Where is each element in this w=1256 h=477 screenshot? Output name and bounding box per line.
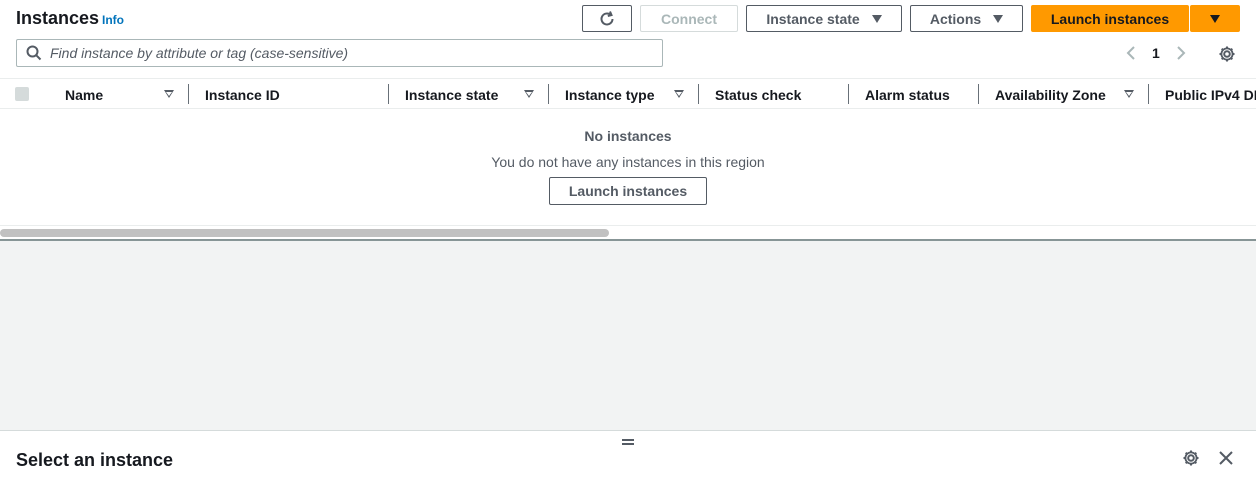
column-instance-type[interactable]: Instance type [565, 79, 654, 110]
gear-icon [1183, 450, 1199, 466]
refresh-button[interactable] [582, 5, 632, 32]
column-divider[interactable] [1148, 84, 1149, 104]
sort-instance-type-icon[interactable] [674, 79, 684, 110]
horizontal-scrollbar[interactable] [0, 229, 609, 237]
chevron-left-icon[interactable] [1124, 45, 1138, 61]
actions-button[interactable]: Actions [910, 5, 1023, 32]
empty-state-title: No instances [584, 128, 672, 144]
column-divider[interactable] [188, 84, 189, 104]
page-title: Instances [16, 8, 100, 28]
gear-icon [1219, 46, 1235, 62]
close-icon [1219, 451, 1233, 465]
sort-instance-state-icon[interactable] [524, 79, 534, 110]
sort-name-icon[interactable] [164, 79, 174, 110]
instance-state-button[interactable]: Instance state [746, 5, 902, 32]
caret-down-icon [993, 14, 1004, 23]
empty-launch-instances-label: Launch instances [568, 183, 688, 199]
panel-settings-button[interactable] [1180, 447, 1202, 469]
column-divider[interactable] [848, 84, 849, 104]
instance-state-label: Instance state [766, 10, 860, 27]
preferences-button[interactable] [1216, 43, 1238, 65]
column-divider[interactable] [698, 84, 699, 104]
column-name[interactable]: Name [65, 79, 103, 110]
details-panel-title: Select an instance [16, 450, 174, 470]
search-input[interactable] [50, 45, 640, 61]
content-background [0, 241, 1256, 430]
current-page[interactable]: 1 [1152, 45, 1160, 61]
caret-down-icon [1210, 14, 1220, 23]
launch-instances-dropdown[interactable] [1190, 5, 1240, 32]
select-all-checkbox[interactable] [15, 87, 29, 101]
caret-down-icon [871, 14, 882, 23]
details-panel: Select an instance [0, 430, 1256, 477]
resize-handle-icon[interactable] [622, 439, 634, 445]
actions-label: Actions [929, 10, 982, 27]
connect-label: Connect [661, 10, 717, 27]
empty-state-description: You do not have any instances in this re… [491, 154, 765, 170]
column-availability-zone[interactable]: Availability Zone [995, 79, 1106, 110]
search-field[interactable] [16, 39, 663, 67]
panel-close-button[interactable] [1215, 447, 1237, 469]
table-header: Name Instance ID Instance state Instance… [0, 78, 1256, 109]
info-link[interactable]: Info [102, 13, 124, 27]
column-divider[interactable] [548, 84, 549, 104]
column-status-check[interactable]: Status check [715, 79, 801, 110]
sort-availability-zone-icon[interactable] [1124, 79, 1134, 110]
column-alarm-status[interactable]: Alarm status [865, 79, 950, 110]
launch-instances-label: Launch instances [1050, 10, 1170, 27]
column-instance-id[interactable]: Instance ID [205, 79, 280, 110]
launch-instances-button[interactable]: Launch instances [1031, 5, 1189, 32]
column-divider[interactable] [388, 84, 389, 104]
search-icon [26, 45, 42, 61]
column-public-ipv4-dns[interactable]: Public IPv4 DN [1165, 79, 1256, 110]
refresh-icon [600, 10, 614, 25]
table-bottom-border [0, 225, 1256, 226]
page-header: Instances Info Connect Instance state Ac… [0, 0, 1256, 40]
chevron-right-icon[interactable] [1174, 45, 1188, 61]
connect-button[interactable]: Connect [640, 5, 738, 32]
column-divider[interactable] [978, 84, 979, 104]
pagination: 1 [1124, 42, 1188, 64]
empty-launch-instances-button[interactable]: Launch instances [549, 177, 707, 205]
column-instance-state[interactable]: Instance state [405, 79, 498, 110]
